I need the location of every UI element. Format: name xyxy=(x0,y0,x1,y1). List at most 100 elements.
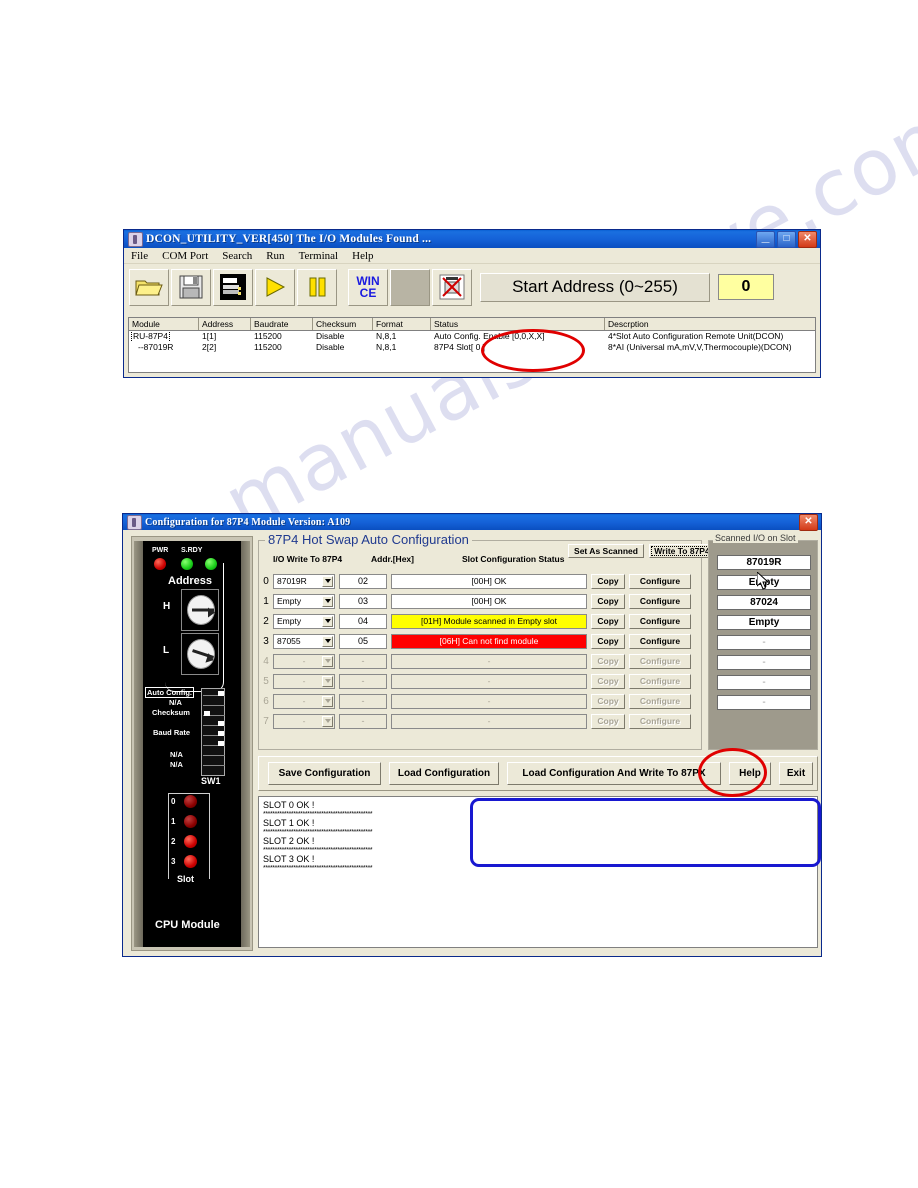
slot-number-2: 2 xyxy=(171,837,176,846)
module-select[interactable]: 87055 xyxy=(273,633,335,649)
chevron-down-icon[interactable] xyxy=(322,635,333,647)
maximize-icon: □ xyxy=(783,232,790,244)
scanned-items-list: 87019R Empty 87024 Empty - - - - xyxy=(717,555,811,715)
scanned-item[interactable]: Empty xyxy=(717,575,811,590)
module-list-button[interactable] xyxy=(213,268,253,306)
menu-item-com-port[interactable]: COM Port xyxy=(162,250,208,262)
cell-module: --87019R xyxy=(138,342,174,352)
na-label-2: N/A xyxy=(170,750,183,759)
header-checksum: Checksum xyxy=(313,318,373,330)
save-floppy-button[interactable] xyxy=(171,268,211,306)
baud-rate-label: Baud Rate xyxy=(153,728,191,737)
pause-button[interactable] xyxy=(297,268,337,306)
load-configuration-button[interactable]: Load Configuration xyxy=(389,762,499,785)
log-line: SLOT 2 OK ! xyxy=(263,836,315,846)
scanned-item[interactable]: Empty xyxy=(717,615,811,630)
address-hex-field: - xyxy=(339,653,387,669)
open-folder-icon xyxy=(135,280,163,296)
menu-item-help[interactable]: Help xyxy=(352,250,373,262)
config-rows: 0 87019R 02 [00H] OK Copy Configure 1 Em… xyxy=(259,571,701,731)
address-hex-field[interactable]: 04 xyxy=(339,613,387,629)
config-row: 5 - - - Copy Configure xyxy=(259,671,701,691)
copy-button[interactable]: Copy xyxy=(591,593,625,609)
log-separator: ****************************************… xyxy=(263,865,373,872)
minimize-button[interactable]: _ xyxy=(756,227,775,248)
slot-number-3: 3 xyxy=(171,857,176,866)
chevron-down-icon[interactable] xyxy=(322,615,333,627)
configure-button[interactable]: Configure xyxy=(629,593,691,609)
copy-button[interactable]: Copy xyxy=(591,633,625,649)
scanned-item[interactable]: 87019R xyxy=(717,555,811,570)
close-button[interactable]: ✕ xyxy=(798,230,817,248)
run-button[interactable] xyxy=(255,268,295,306)
start-address-value[interactable]: 0 xyxy=(718,274,774,300)
address-hex-field[interactable]: 03 xyxy=(339,593,387,609)
config-row: 3 87055 05 [06H] Can not find module Cop… xyxy=(259,631,701,651)
module-select[interactable]: Empty xyxy=(273,593,335,609)
wince-button[interactable]: WIN CE xyxy=(348,268,388,306)
connector-lead xyxy=(165,563,224,692)
minimize-icon: _ xyxy=(761,227,770,244)
na-label-3: N/A xyxy=(170,760,183,769)
log-line: SLOT 1 OK ! xyxy=(263,818,315,828)
module-select[interactable]: Empty xyxy=(273,613,335,629)
module-select-value: - xyxy=(302,696,306,706)
slot-status-field: - xyxy=(391,693,587,709)
open-folder-button[interactable] xyxy=(129,268,169,306)
close-icon: ✕ xyxy=(804,515,813,527)
address-hex-field[interactable]: 05 xyxy=(339,633,387,649)
close-button[interactable]: ✕ xyxy=(799,513,818,531)
slot-status-field: - xyxy=(391,673,587,689)
window2-titlebar[interactable]: Configuration for 87P4 Module Version: A… xyxy=(123,513,821,531)
exit-button[interactable]: Exit xyxy=(779,762,813,785)
configure-button[interactable]: Configure xyxy=(629,613,691,629)
configure-button: Configure xyxy=(629,673,691,689)
modules-table: Module Address Baudrate Checksum Format … xyxy=(128,317,816,373)
configure-button[interactable]: Configure xyxy=(629,633,691,649)
menu-item-search[interactable]: Search xyxy=(222,250,252,262)
log-output-pane[interactable]: SLOT 0 OK ! ****************************… xyxy=(258,796,818,948)
scanned-item: - xyxy=(717,675,811,690)
configure-button[interactable]: Configure xyxy=(629,573,691,589)
chevron-down-icon xyxy=(322,655,333,667)
slot-status-field: [01H] Module scanned in Empty slot xyxy=(391,613,587,629)
stop-search-button[interactable] xyxy=(432,268,472,306)
document-page: manualsarchive.com DCON_UTILITY_VER[450]… xyxy=(0,0,918,1188)
dip-switch-block[interactable] xyxy=(201,688,225,776)
help-button[interactable]: Help xyxy=(729,762,771,785)
slot-status-field: [00H] OK xyxy=(391,573,587,589)
chevron-down-icon[interactable] xyxy=(322,595,333,607)
blank-button[interactable] xyxy=(390,268,430,306)
config-row: 2 Empty 04 [01H] Module scanned in Empty… xyxy=(259,611,701,631)
cell-address: 2[2] xyxy=(202,342,217,352)
menu-item-run[interactable]: Run xyxy=(266,250,284,262)
action-button-bar: Save Configuration Load Configuration Lo… xyxy=(258,756,818,791)
maximize-button[interactable]: □ xyxy=(777,230,796,248)
module-select[interactable]: 87019R xyxy=(273,573,335,589)
config-row: 0 87019R 02 [00H] OK Copy Configure xyxy=(259,571,701,591)
chevron-down-icon[interactable] xyxy=(322,575,333,587)
load-configuration-and-write-button[interactable]: Load Configuration And Write To 87PX xyxy=(507,762,721,785)
copy-button[interactable]: Copy xyxy=(591,573,625,589)
table-row[interactable]: RU-87P4 1[1] 115200 Disable N,8,1 Auto C… xyxy=(129,331,815,342)
col-header-addr-hex: Addr.[Hex] xyxy=(371,554,414,564)
set-as-scanned-button[interactable]: Set As Scanned xyxy=(568,544,644,558)
window1-toolbar: WIN CE Start Address (0~255) 0 xyxy=(124,264,820,310)
write-to-87p4-button[interactable]: Write To 87P4 xyxy=(649,544,715,558)
copy-button[interactable]: Copy xyxy=(591,613,625,629)
menu-item-terminal[interactable]: Terminal xyxy=(299,250,339,262)
address-hex-field[interactable]: 02 xyxy=(339,573,387,589)
scanned-item[interactable]: 87024 xyxy=(717,595,811,610)
module-select-value: Empty xyxy=(277,616,302,626)
row-index: 2 xyxy=(263,615,269,627)
save-configuration-button[interactable]: Save Configuration xyxy=(268,762,381,785)
table-row[interactable]: --87019R 2[2] 115200 Disable N,8,1 87P4 … xyxy=(129,342,815,353)
menu-item-file[interactable]: File xyxy=(131,250,148,262)
row-index: 3 xyxy=(263,635,269,647)
window2-body: PWR S.RDY Address H L Auto Config. N/A C… xyxy=(126,532,818,953)
configuration-87p4-window: Configuration for 87P4 Module Version: A… xyxy=(122,513,822,957)
window1-titlebar[interactable]: DCON_UTILITY_VER[450] The I/O Modules Fo… xyxy=(124,227,820,248)
row-index: 6 xyxy=(263,695,269,707)
row-index: 7 xyxy=(263,715,269,727)
run-play-icon xyxy=(266,277,286,297)
